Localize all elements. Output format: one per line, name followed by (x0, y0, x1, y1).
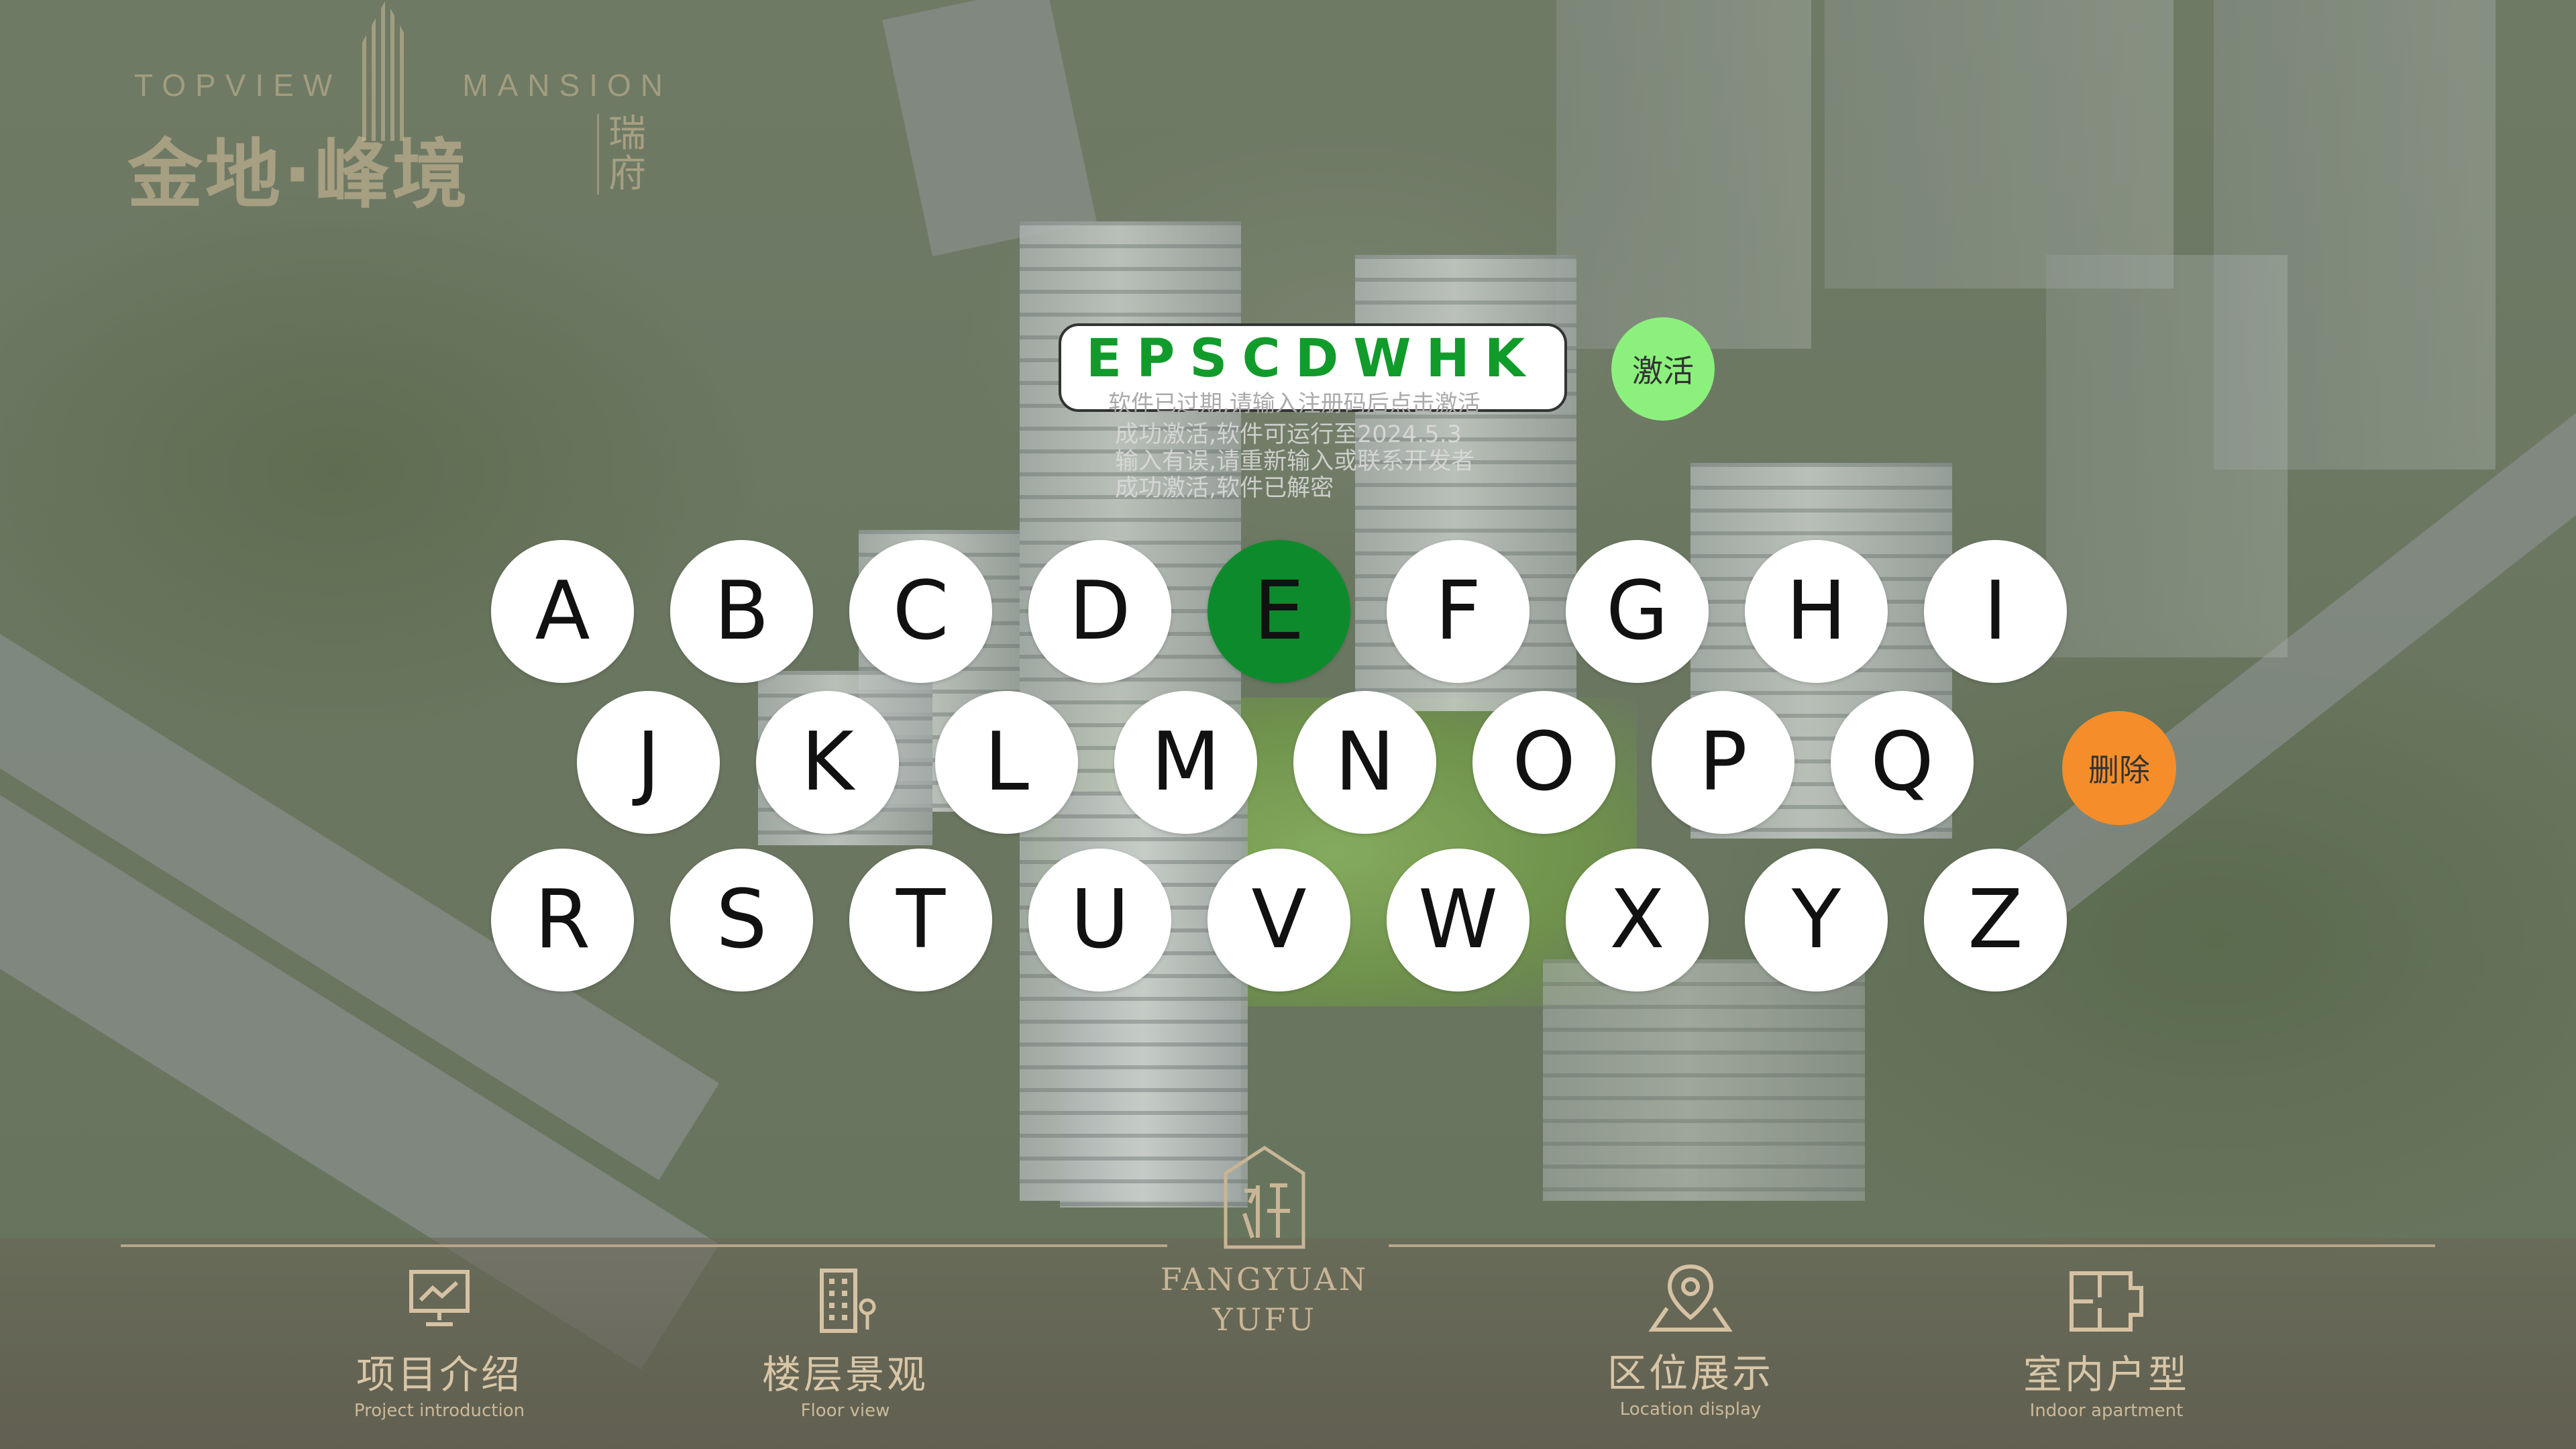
key-k[interactable]: K (756, 691, 899, 834)
logo-chinese: 金地·峰境 (127, 131, 470, 219)
key-p[interactable]: P (1652, 691, 1794, 834)
key-x[interactable]: X (1566, 849, 1709, 991)
key-y[interactable]: Y (1745, 849, 1888, 991)
activate-button[interactable]: 激活 (1611, 317, 1715, 421)
key-n[interactable]: N (1293, 691, 1436, 834)
key-g[interactable]: G (1566, 540, 1709, 683)
key-f[interactable]: F (1387, 540, 1529, 683)
nav-label-en: Floor view (800, 1401, 890, 1421)
key-h[interactable]: H (1745, 540, 1888, 683)
key-v[interactable]: V (1208, 849, 1350, 991)
key-e[interactable]: E (1208, 540, 1350, 683)
nav-label-cn: 项目介绍 (356, 1352, 523, 1397)
pavilion-seal-icon (1224, 1146, 1305, 1249)
message-input-error: 输入有误,请重新输入或联系开发者 (1115, 448, 1475, 475)
key-l[interactable]: L (935, 691, 1078, 834)
key-t[interactable]: T (849, 849, 992, 991)
key-q[interactable]: Q (1831, 691, 1974, 834)
center-brand-emblem: FANGYUAN YUFU (1140, 1144, 1389, 1340)
nav-label-cn: 楼层景观 (761, 1352, 928, 1397)
key-r[interactable]: R (491, 849, 634, 991)
map-pin-icon (1648, 1264, 1733, 1332)
logo-en-right: MANSION (462, 68, 672, 103)
nav-label-en: Location display (1619, 1399, 1762, 1419)
key-c[interactable]: C (849, 540, 992, 683)
activation-code-field[interactable]: EPSCDWHK 软件已过期,请输入注册码后点击激活 (1059, 323, 1567, 417)
floor-plan-icon (2070, 1271, 2143, 1332)
logo-english: TOPVIEW MANSION (134, 67, 663, 103)
nav-label-en: Indoor apartment (2029, 1401, 2184, 1421)
brand-logo: TOPVIEW MANSION 金地·峰境 瑞府 (127, 0, 663, 221)
center-brand-line2: YUFU (1212, 1301, 1317, 1338)
nav-divider-left (121, 1244, 1167, 1247)
activation-placeholder: 软件已过期,请输入注册码后点击激活 (1108, 390, 1481, 417)
key-b[interactable]: B (670, 540, 813, 683)
delete-button[interactable]: 删除 (2062, 711, 2176, 825)
key-m[interactable]: M (1114, 691, 1257, 834)
key-o[interactable]: O (1472, 691, 1615, 834)
message-success-date: 成功激活,软件可运行至2024.5.3 (1115, 421, 1462, 448)
nav-item-indoor[interactable]: 室内户型 Indoor apartment (1986, 1268, 2227, 1421)
key-s[interactable]: S (670, 849, 813, 991)
nav-label-cn: 区位展示 (1607, 1350, 1774, 1396)
nav-label-cn: 室内户型 (2023, 1352, 2190, 1397)
presentation-board-icon (409, 1270, 470, 1326)
key-u[interactable]: U (1028, 849, 1171, 991)
nav-item-floor-view[interactable]: 楼层景观 Floor view (724, 1268, 966, 1421)
nav-divider-right (1389, 1244, 2435, 1247)
nav-label-en: Project introduction (354, 1401, 525, 1421)
center-brand-line1: FANGYUAN (1160, 1261, 1369, 1297)
key-w[interactable]: W (1387, 849, 1529, 991)
key-z[interactable]: Z (1924, 849, 2067, 991)
activation-messages: 成功激活,软件可运行至2024.5.3 输入有误,请重新输入或联系开发者 成功激… (1115, 421, 1474, 502)
activation-code-value: EPSCDWHK (1085, 329, 1540, 389)
logo-en-left: TOPVIEW (134, 68, 342, 103)
key-j[interactable]: J (577, 691, 720, 834)
nav-item-location[interactable]: 区位展示 Location display (1570, 1261, 1811, 1419)
message-success-decrypted: 成功激活,软件已解密 (1115, 475, 1334, 502)
key-a[interactable]: A (491, 540, 634, 683)
key-i[interactable]: I (1924, 540, 2067, 683)
key-d[interactable]: D (1028, 540, 1171, 683)
building-location-icon (820, 1269, 876, 1333)
logo-side-text: 瑞府 (597, 114, 649, 195)
nav-item-project-intro[interactable]: 项目介绍 Project introduction (319, 1268, 560, 1421)
